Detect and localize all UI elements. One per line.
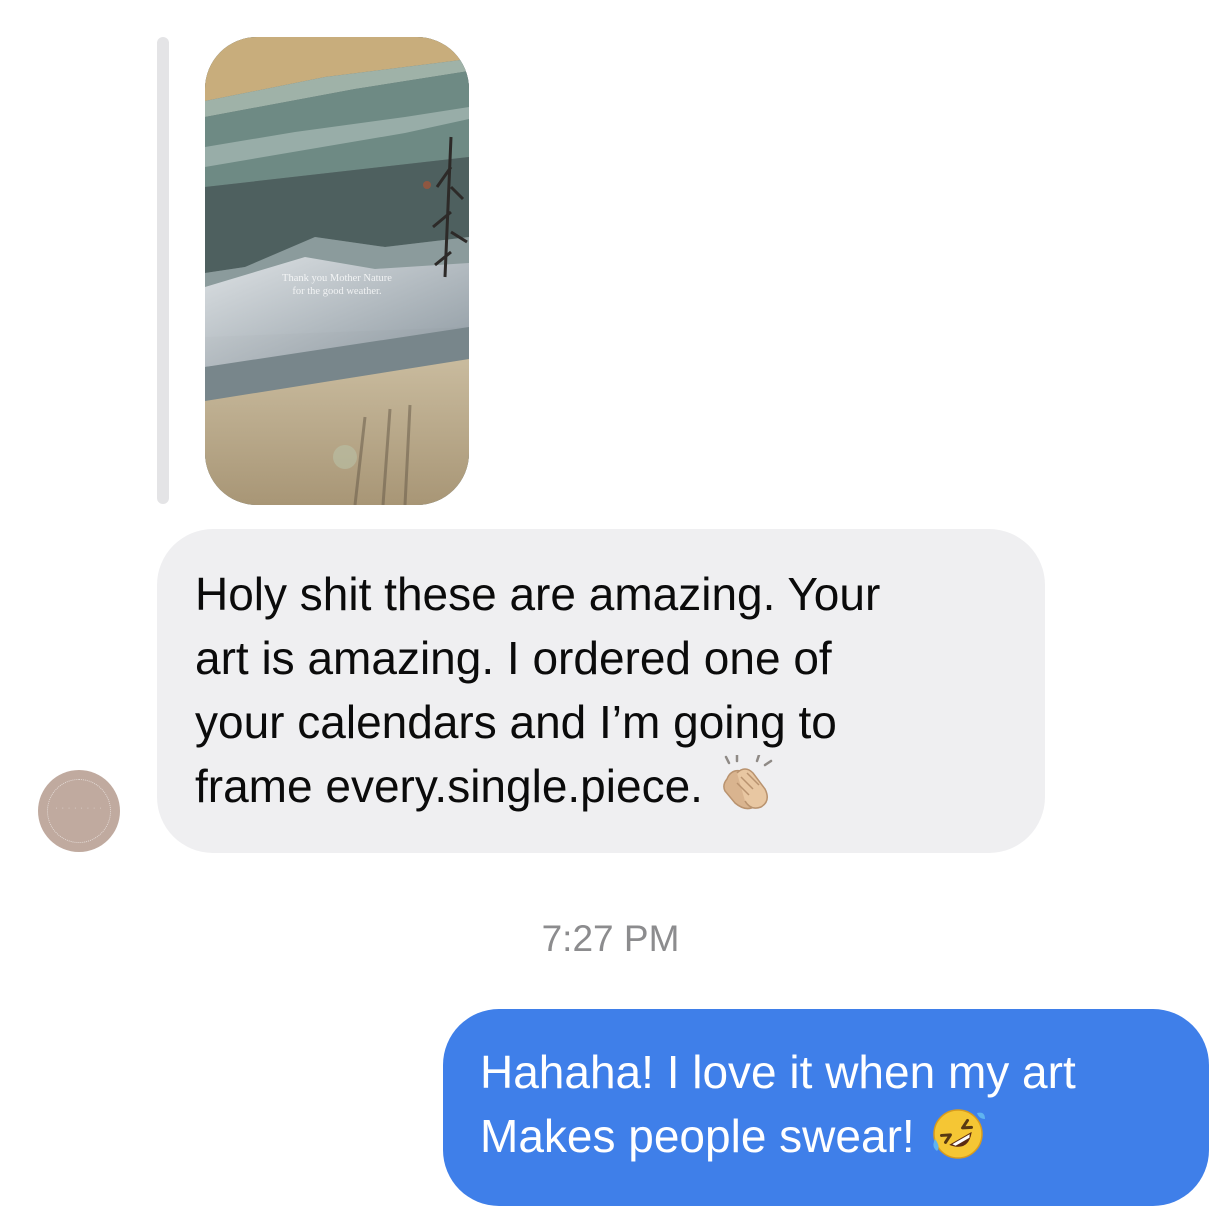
outgoing-message-line-2-wrap: Makes people swear! [480, 1104, 1189, 1169]
clapping-hands-icon [717, 754, 775, 813]
outgoing-message-line-1: Hahaha! I love it when my art [480, 1046, 1076, 1098]
outgoing-message-line-2: Makes people swear! [480, 1110, 915, 1162]
message-timestamp: 7:27 PM [541, 918, 680, 959]
outgoing-message-bubble[interactable]: Hahaha! I love it when my art Makes peop… [443, 1009, 1209, 1206]
incoming-message-line-2: art is amazing. I ordered one of [195, 632, 832, 684]
story-caption-line-2: for the good weather. [292, 286, 382, 297]
incoming-message-line-1: Holy shit these are amazing. Your [195, 568, 881, 620]
incoming-message-line-4-wrap: frame every.single.piece. [195, 754, 1015, 819]
story-caption-line-1: Thank you Mother Nature [282, 273, 392, 284]
incoming-message-bubble[interactable]: Holy shit these are amazing. Your art is… [157, 529, 1045, 853]
story-caption: Thank you Mother Nature for the good wea… [205, 272, 469, 298]
incoming-message-line-4: frame every.single.piece. [195, 760, 703, 812]
rolling-on-floor-laughing-icon [929, 1105, 987, 1163]
avatar[interactable]: · · · · · · · · [38, 770, 120, 852]
painting-image [205, 37, 469, 505]
story-reply-thumbnail[interactable]: Thank you Mother Nature for the good wea… [205, 37, 469, 505]
avatar-logo-mark: · · · · · · · · [55, 805, 103, 812]
incoming-message-line-3: your calendars and I’m going to [195, 696, 837, 748]
reply-indicator-bar [157, 37, 169, 504]
